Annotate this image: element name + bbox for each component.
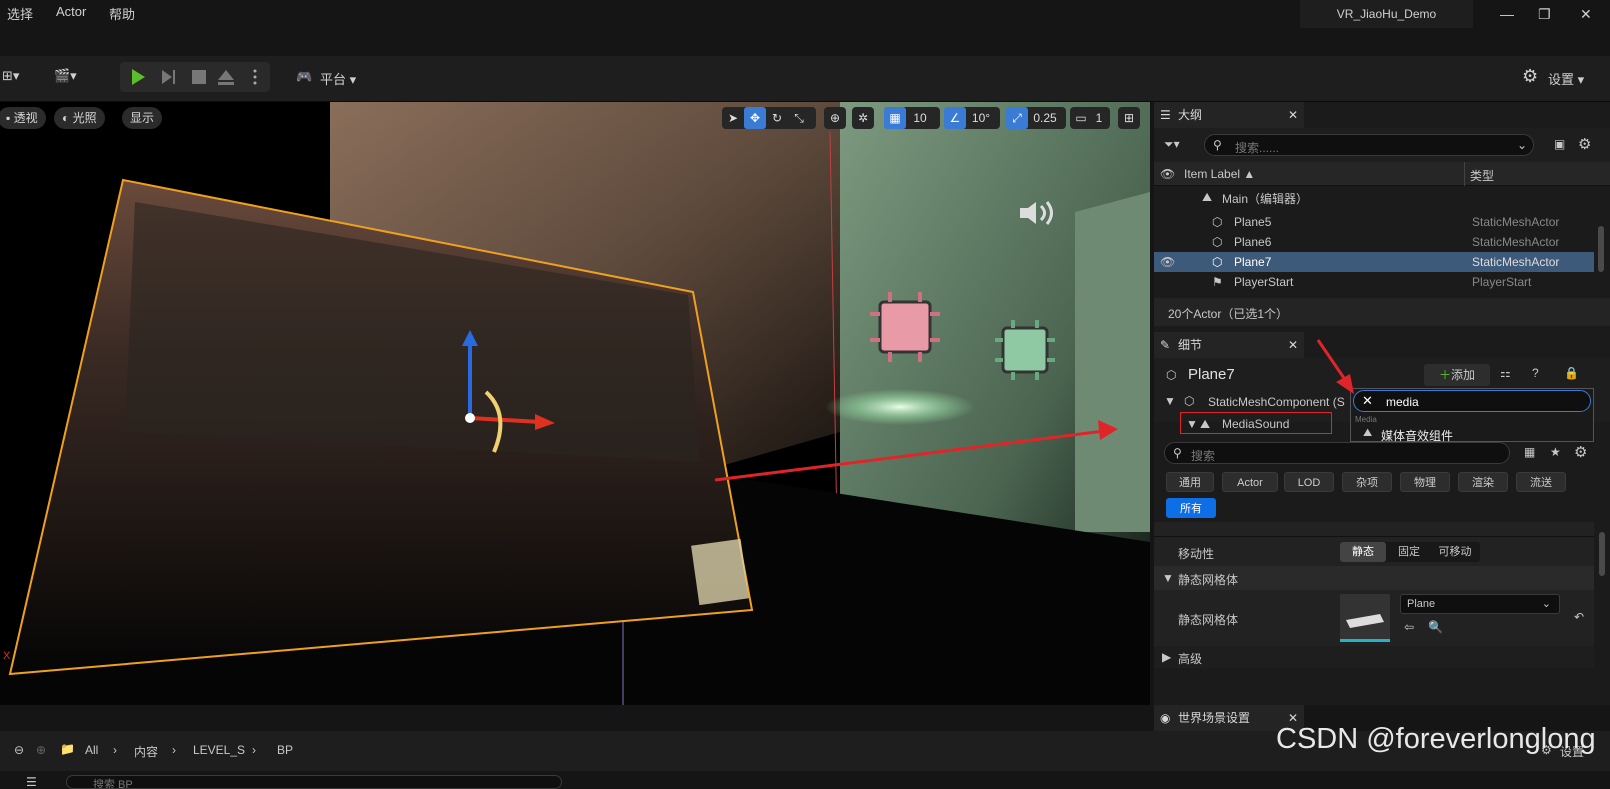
breadcrumb-all[interactable]: All [85,743,98,757]
main-toolbar: ⊞▾ 🎬▾ 🎮 平台 ▾ ⚙ 设置 ▾ [0,56,1610,102]
scale-icon[interactable]: ⤡ [788,107,810,129]
angle-icon[interactable]: ∠ [944,107,966,129]
right-panel: ☰ 大纲 ✕ ⏷▾ ⚲ 搜索...... ⌄ ▣ ⚙ 👁 Item Label ▲… [1154,102,1610,705]
surface-snap-icon[interactable]: ✲ [852,107,874,129]
scale-snap-value[interactable]: 0.25 [1028,107,1062,129]
axis-indicator: X [3,650,11,662]
pink-actor-icon [870,292,940,362]
light-glow [825,389,975,425]
rotation-snap-value[interactable]: 10° [966,107,996,129]
minimize-icon[interactable]: — [1500,6,1514,22]
grid-icon[interactable]: ▦ [884,107,906,129]
folder-icon[interactable]: 📁 [60,742,75,756]
advance-frame-icon [162,70,175,84]
annotation-overlay [1316,339,1354,394]
globe-icon: ◉ [1160,711,1171,725]
scale-snap-icon[interactable]: ⤢ [1006,107,1028,129]
platform-button[interactable]: 平台 ▾ [320,69,356,88]
eject-icon [218,70,234,85]
select-icon[interactable]: ➤ [722,107,744,129]
menu-select[interactable]: 选择 [7,4,33,23]
scale-snap-control[interactable]: ⤢ 0.25 [1006,107,1066,129]
content-search-input[interactable]: 搜索 BP [66,775,562,789]
more-icon [253,69,257,85]
watermark: CSDN @foreverlonglong [1276,723,1596,755]
annotation-arrowhead-panel [1336,374,1354,394]
project-title: VR_JiaoHu_Demo [1300,0,1473,28]
rotate-icon[interactable]: ↻ [766,107,788,129]
grid-snap-value[interactable]: 10 [906,107,934,129]
breadcrumb-level-s[interactable]: LEVEL_S [193,743,245,757]
rotation-snap-control[interactable]: ∠ 10° [944,107,1000,129]
content-shortcut-icon[interactable]: 🎬▾ [54,68,77,84]
back-icon[interactable]: ⊖ [14,743,24,757]
camera-speed-value[interactable]: 1 [1092,107,1106,129]
settings-button[interactable]: 设置 ▾ [1548,69,1584,88]
transform-tools: ➤ ✥ ↻ ⤡ [722,107,816,129]
green-actor-icon [995,320,1055,380]
camera-speed-control[interactable]: ▭ 1 [1070,107,1110,129]
stop-icon [192,70,206,84]
platform-icon[interactable]: 🎮 [296,69,312,85]
bottom-area: ◉ 世界场景设置 ✕ ⊖ ⊕ 📁 All › 内容 › LEVEL_S › BP … [0,705,1610,789]
corner-wall [1075,192,1150,532]
menu-bar: 选择 Actor 帮助 VR_JiaoHu_Demo — ❐ ✕ [0,0,1610,56]
gear-icon[interactable]: ⚙ [1522,66,1538,87]
breadcrumb-separator: › [113,743,117,757]
camera-icon: ▭ [1075,111,1087,125]
menu-actor[interactable]: Actor [56,4,86,19]
breadcrumb-separator: › [172,743,176,757]
breadcrumb-content[interactable]: 内容 [134,743,158,760]
breadcrumb-bp[interactable]: BP [277,743,293,757]
viewport-scene[interactable] [0,102,1150,705]
restore-icon[interactable]: ❐ [1538,6,1551,23]
annotation-arrow-panel [1316,339,1350,385]
world-local-icon[interactable]: ⊕ [824,107,846,129]
media-sign [691,538,749,606]
grid-snap-control[interactable]: ▦ 10 [884,107,940,129]
level-viewport[interactable]: ▪ 透视 ◐ 光照 显示 ➤ ✥ ↻ ⤡ ⊕ ✲ ▦ 10 ∠ 10° ⤢ 0.25 ▭ 1 … [0,102,1150,705]
breadcrumb-separator: › [252,743,256,757]
move-icon[interactable]: ✥ [744,107,766,129]
menu-help[interactable]: 帮助 [109,4,135,23]
play-controls [120,62,270,92]
show-button[interactable]: 显示 [122,107,163,129]
forward-icon[interactable]: ⊕ [36,743,46,757]
close-window-icon[interactable]: ✕ [1580,6,1592,23]
lighting-button[interactable]: ◐ 光照 [54,107,105,129]
filter-icon[interactable]: ☰ [26,775,37,789]
view-mode-button[interactable]: ▪ 透视 [0,107,46,129]
play-icon [132,69,145,85]
viewport-layout-icon[interactable]: ⊞ [1118,107,1140,129]
mode-select-icon[interactable]: ⊞▾ [2,68,19,84]
